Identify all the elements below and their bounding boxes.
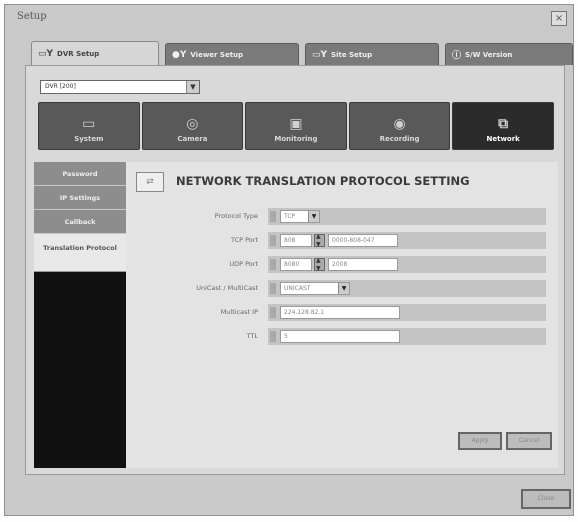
ttl-input[interactable]: 5 bbox=[280, 330, 400, 343]
protocol-type-select[interactable]: TCP ▼ bbox=[280, 210, 320, 223]
multicast-ip-label: Multicast IP bbox=[220, 308, 258, 316]
row-marker bbox=[270, 307, 276, 318]
category-network[interactable]: ⧉ Network bbox=[452, 102, 554, 150]
protocol-type-label: Protocol Type bbox=[214, 212, 258, 220]
tcp-port-range: 0000-808-047 bbox=[328, 234, 398, 247]
category-label: Monitoring bbox=[274, 135, 318, 143]
category-label: Camera bbox=[177, 135, 208, 143]
category-system[interactable]: ▭ System bbox=[38, 102, 140, 150]
tab-label: Viewer Setup bbox=[190, 50, 244, 59]
side-item-password[interactable]: Password bbox=[34, 162, 126, 186]
category-label: Recording bbox=[379, 135, 420, 143]
apply-button[interactable]: Apply bbox=[458, 432, 502, 450]
multicast-ip-input[interactable]: 224.128.82.1 bbox=[280, 306, 400, 319]
udp-port-range: 2008 bbox=[328, 258, 398, 271]
top-tab-strip: ▭Y DVR Setup ●Y Viewer Setup ▭Y Site Set… bbox=[31, 41, 577, 66]
tab-viewer-setup[interactable]: ●Y Viewer Setup bbox=[165, 43, 299, 65]
chevron-down-icon[interactable]: ▼ bbox=[338, 283, 349, 294]
protocol-type-value: TCP bbox=[284, 213, 296, 220]
wrench-icon: ▭Y bbox=[312, 49, 328, 60]
row-marker bbox=[270, 331, 276, 342]
record-icon: ◉ bbox=[393, 116, 406, 132]
cancel-button[interactable]: Cancel bbox=[506, 432, 552, 450]
tab-label: Site Setup bbox=[331, 50, 373, 59]
category-monitoring[interactable]: ▣ Monitoring bbox=[245, 102, 347, 150]
category-label: System bbox=[74, 135, 104, 143]
page-title: NETWORK TRANSLATION PROTOCOL SETTING bbox=[176, 174, 470, 188]
row-marker bbox=[270, 211, 276, 222]
site-select-value: DVR [200] bbox=[45, 83, 76, 90]
udp-port-input[interactable]: 8080 bbox=[280, 258, 312, 271]
tcp-port-label: TCP Port bbox=[231, 236, 258, 244]
tab-dvr-setup[interactable]: ▭Y DVR Setup bbox=[31, 41, 159, 66]
unicast-multicast-value: UNICAST bbox=[284, 285, 311, 292]
side-item-ip-settings[interactable]: IP Settings bbox=[34, 186, 126, 210]
chevron-down-icon[interactable]: ▼ bbox=[308, 211, 319, 222]
dvr-setup-panel: DVR [200] ▼ ▭ System ◎ Camera ▣ Monitori… bbox=[25, 65, 565, 475]
wrench-icon: ▭Y bbox=[38, 49, 54, 59]
camera-icon: ◎ bbox=[186, 116, 199, 132]
unicast-multicast-label: UniCast / MultiCast bbox=[196, 284, 258, 292]
site-select[interactable]: DVR [200] ▼ bbox=[40, 80, 200, 94]
multicast-ip-row: Multicast IP 224.128.82.1 bbox=[221, 304, 546, 321]
category-recording[interactable]: ◉ Recording bbox=[348, 102, 451, 150]
tab-label: DVR Setup bbox=[57, 50, 100, 58]
network-protocol-icon: ⇄ bbox=[136, 172, 164, 192]
tab-sw-version[interactable]: ⓘ S/W Version bbox=[445, 43, 573, 65]
monitor-icon: ▭ bbox=[82, 116, 96, 132]
tcp-port-stepper[interactable] bbox=[314, 233, 325, 248]
network-icon: ⧉ bbox=[498, 116, 509, 132]
side-item-translation-protocol[interactable]: Translation Protocol bbox=[34, 234, 126, 272]
row-marker bbox=[270, 259, 276, 270]
wrench-icon: ●Y bbox=[172, 49, 187, 60]
row-marker bbox=[270, 283, 276, 294]
tab-site-setup[interactable]: ▭Y Site Setup bbox=[305, 43, 439, 65]
info-icon: ⓘ bbox=[452, 51, 462, 61]
screen-icon: ▣ bbox=[289, 116, 303, 132]
chevron-down-icon[interactable]: ▼ bbox=[186, 81, 199, 93]
udp-port-label: UDP Port bbox=[229, 260, 258, 268]
ttl-row: TTL 5 bbox=[247, 328, 546, 345]
category-bar: ▭ System ◎ Camera ▣ Monitoring ◉ Recordi… bbox=[38, 102, 554, 150]
unicast-multicast-select[interactable]: UNICAST ▼ bbox=[280, 282, 350, 295]
translation-protocol-content: ⇄ NETWORK TRANSLATION PROTOCOL SETTING P… bbox=[126, 162, 558, 468]
side-item-callback[interactable]: Callback bbox=[34, 210, 126, 234]
tab-label: S/W Version bbox=[465, 50, 513, 59]
unicast-multicast-row: UniCast / MultiCast UNICAST ▼ bbox=[196, 280, 546, 297]
udp-port-row: UDP Port 8080 2008 bbox=[229, 256, 546, 273]
row-marker bbox=[270, 235, 276, 246]
window-title: Setup bbox=[17, 11, 47, 22]
category-label: Network bbox=[486, 135, 520, 143]
title-bar: Setup × bbox=[5, 5, 573, 27]
ttl-label: TTL bbox=[246, 332, 258, 340]
close-icon[interactable]: × bbox=[551, 11, 567, 26]
network-side-menu: Password IP Settings Callback Translatio… bbox=[34, 162, 126, 468]
tcp-port-row: TCP Port 808 0000-808-047 bbox=[231, 232, 546, 249]
category-camera[interactable]: ◎ Camera bbox=[141, 102, 244, 150]
udp-port-stepper[interactable] bbox=[314, 257, 325, 272]
tcp-port-input[interactable]: 808 bbox=[280, 234, 312, 247]
protocol-type-row: Protocol Type TCP ▼ bbox=[215, 208, 546, 225]
setup-window: Setup × ▭Y DVR Setup ●Y Viewer Setup ▭Y … bbox=[4, 4, 574, 516]
close-button[interactable]: Close bbox=[521, 489, 571, 509]
